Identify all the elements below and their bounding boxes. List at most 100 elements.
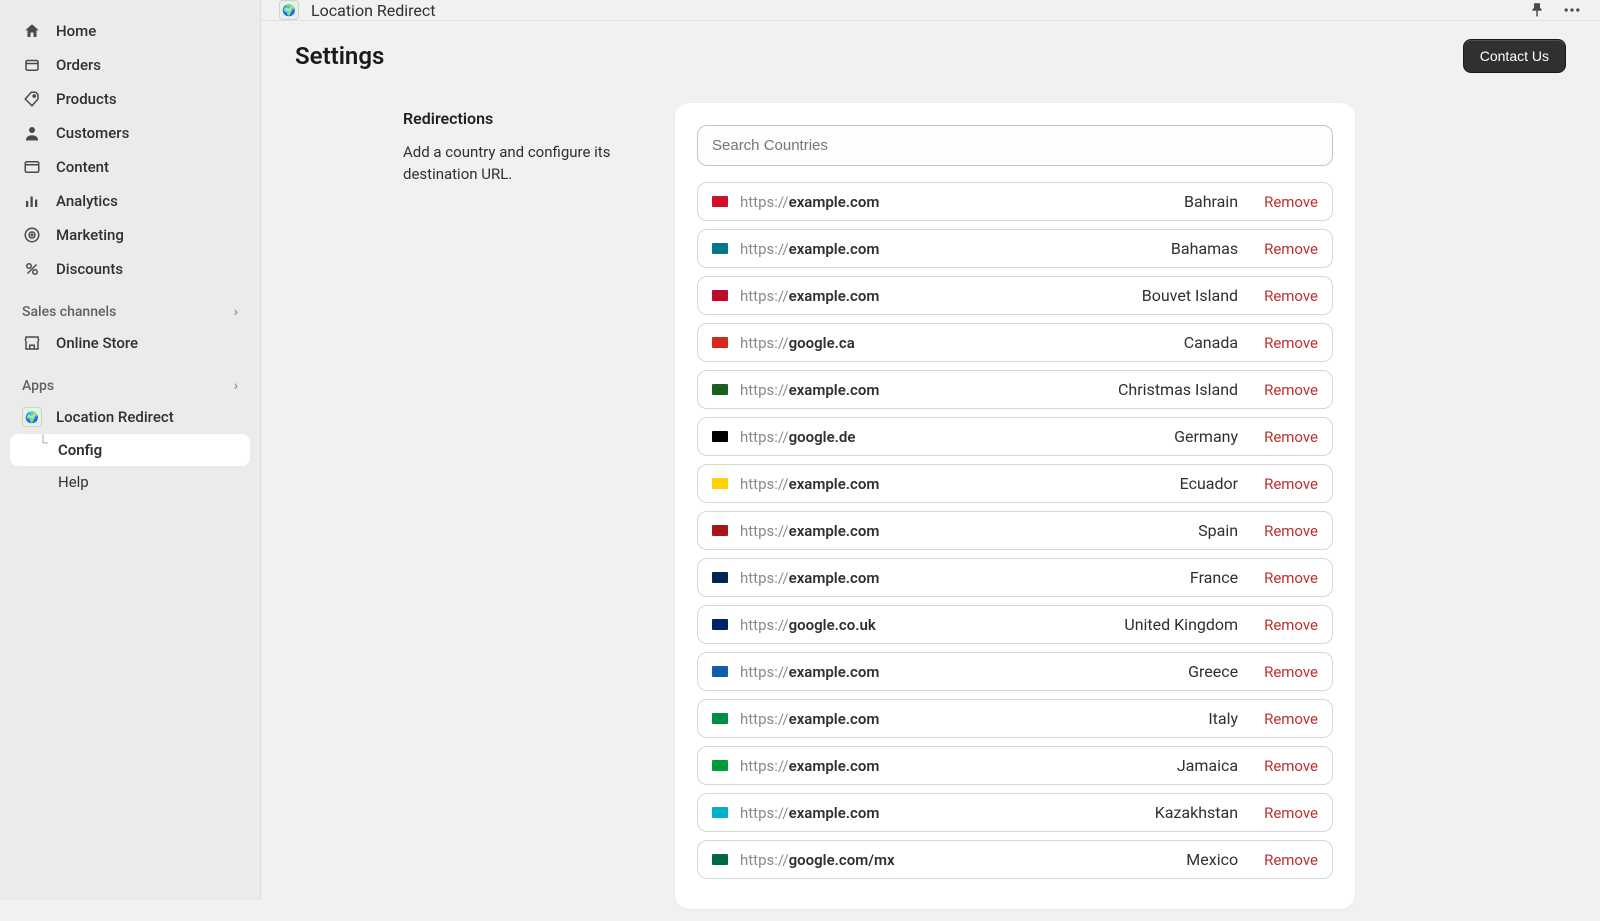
flag-icon: [712, 760, 728, 771]
remove-button[interactable]: Remove: [1264, 381, 1318, 399]
redirect-url: https://example.com: [740, 475, 879, 493]
sidebar-item-content[interactable]: Content: [10, 150, 250, 184]
sales-channels-label: Sales channels: [22, 304, 116, 320]
flag-icon: [712, 384, 728, 395]
apps-label: Apps: [22, 378, 54, 394]
remove-button[interactable]: Remove: [1264, 334, 1318, 352]
home-icon: [22, 21, 42, 41]
sidebar-item-label: Analytics: [56, 192, 118, 210]
main-content: 🌍 Location Redirect Settings Contact Us …: [260, 0, 1600, 900]
apps-header[interactable]: Apps ›: [10, 360, 250, 400]
remove-button[interactable]: Remove: [1264, 851, 1318, 869]
redirect-url: https://google.de: [740, 428, 855, 446]
redirect-url: https://example.com: [740, 193, 879, 211]
sidebar-item-discounts[interactable]: Discounts: [10, 252, 250, 286]
flag-icon: [712, 666, 728, 677]
remove-button[interactable]: Remove: [1264, 569, 1318, 587]
redirection-row[interactable]: https://google.co.ukUnited KingdomRemove: [697, 605, 1333, 644]
sidebar-subitem-config[interactable]: └ Config: [10, 434, 250, 466]
redirection-row[interactable]: https://example.comItalyRemove: [697, 699, 1333, 738]
redirection-row[interactable]: https://google.deGermanyRemove: [697, 417, 1333, 456]
redirect-url: https://example.com: [740, 710, 879, 728]
sidebar-item-customers[interactable]: Customers: [10, 116, 250, 150]
orders-icon: [22, 55, 42, 75]
chevron-right-icon: ›: [234, 304, 238, 320]
redirect-url: https://example.com: [740, 804, 879, 822]
country-name: Kazakhstan: [1155, 803, 1238, 822]
sidebar-item-products[interactable]: Products: [10, 82, 250, 116]
remove-button[interactable]: Remove: [1264, 804, 1318, 822]
flag-icon: [712, 196, 728, 207]
remove-button[interactable]: Remove: [1264, 475, 1318, 493]
sidebar-item-online-store[interactable]: Online Store: [10, 326, 250, 360]
products-icon: [22, 89, 42, 109]
country-name: France: [1190, 568, 1238, 587]
flag-icon: [712, 243, 728, 254]
flag-icon: [712, 525, 728, 536]
sidebar-subitem-label: Help: [58, 473, 89, 491]
sidebar-item-orders[interactable]: Orders: [10, 48, 250, 82]
sidebar-item-label: Content: [56, 158, 109, 176]
app-icon: 🌍: [279, 0, 299, 20]
redirections-panel: https://example.comBahrainRemovehttps://…: [675, 103, 1355, 909]
redirect-url: https://example.com: [740, 569, 879, 587]
country-name: Bouvet Island: [1142, 286, 1238, 305]
remove-button[interactable]: Remove: [1264, 240, 1318, 258]
sidebar-item-marketing[interactable]: Marketing: [10, 218, 250, 252]
sidebar-subitem-help[interactable]: Help: [10, 466, 250, 498]
redirect-url: https://google.com/mx: [740, 851, 895, 869]
flag-icon: [712, 290, 728, 301]
pin-icon[interactable]: [1528, 1, 1546, 19]
chevron-right-icon: ›: [234, 378, 238, 394]
sidebar-item-analytics[interactable]: Analytics: [10, 184, 250, 218]
contact-us-button[interactable]: Contact Us: [1463, 39, 1566, 73]
remove-button[interactable]: Remove: [1264, 428, 1318, 446]
redirection-row[interactable]: https://example.com Bahrain Remove: [697, 182, 1333, 221]
redirection-row[interactable]: https://google.ca Canada Remove: [697, 323, 1333, 362]
app-icon: 🌍: [22, 407, 42, 427]
redirection-row[interactable]: https://example.comJamaicaRemove: [697, 746, 1333, 785]
redirect-url: https://example.com: [740, 663, 879, 681]
search-countries-input[interactable]: [697, 125, 1333, 166]
sidebar-item-label: Marketing: [56, 226, 124, 244]
redirect-url: https://google.co.uk: [740, 616, 876, 634]
flag-icon: [712, 572, 728, 583]
remove-button[interactable]: Remove: [1264, 616, 1318, 634]
redirection-row[interactable]: https://example.com Greece Remove: [697, 652, 1333, 691]
redirection-row[interactable]: https://example.comBouvet IslandRemove: [697, 276, 1333, 315]
remove-button[interactable]: Remove: [1264, 522, 1318, 540]
section-title: Redirections: [403, 109, 635, 128]
flag-icon: [712, 337, 728, 348]
redirect-url: https://google.ca: [740, 334, 855, 352]
redirection-row[interactable]: https://example.comBahamasRemove: [697, 229, 1333, 268]
country-name: Bahrain: [1184, 192, 1238, 211]
flag-icon: [712, 713, 728, 724]
topbar: 🌍 Location Redirect: [261, 0, 1600, 21]
sidebar-item-app[interactable]: 🌍 Location Redirect: [10, 400, 250, 434]
analytics-icon: [22, 191, 42, 211]
redirection-row[interactable]: https://example.com Kazakhstan Remove: [697, 793, 1333, 832]
remove-button[interactable]: Remove: [1264, 193, 1318, 211]
marketing-icon: [22, 225, 42, 245]
page-header: Settings Contact Us: [261, 21, 1600, 91]
redirection-row[interactable]: https://example.com France Remove: [697, 558, 1333, 597]
redirection-row[interactable]: https://example.comChristmas IslandRemov…: [697, 370, 1333, 409]
country-name: Canada: [1184, 333, 1238, 352]
discounts-icon: [22, 259, 42, 279]
remove-button[interactable]: Remove: [1264, 287, 1318, 305]
remove-button[interactable]: Remove: [1264, 757, 1318, 775]
remove-button[interactable]: Remove: [1264, 663, 1318, 681]
sidebar-subitem-label: Config: [58, 441, 102, 459]
sidebar-item-home[interactable]: Home: [10, 14, 250, 48]
redirection-row[interactable]: https://google.com/mxMexicoRemove: [697, 840, 1333, 879]
content-icon: [22, 157, 42, 177]
country-name: Ecuador: [1180, 474, 1238, 493]
flag-icon: [712, 807, 728, 818]
more-icon[interactable]: [1562, 0, 1582, 20]
country-name: Greece: [1188, 662, 1238, 681]
topbar-title: Location Redirect: [311, 1, 436, 20]
redirection-row[interactable]: https://example.comSpainRemove: [697, 511, 1333, 550]
sales-channels-header[interactable]: Sales channels ›: [10, 286, 250, 326]
redirection-row[interactable]: https://example.com Ecuador Remove: [697, 464, 1333, 503]
remove-button[interactable]: Remove: [1264, 710, 1318, 728]
